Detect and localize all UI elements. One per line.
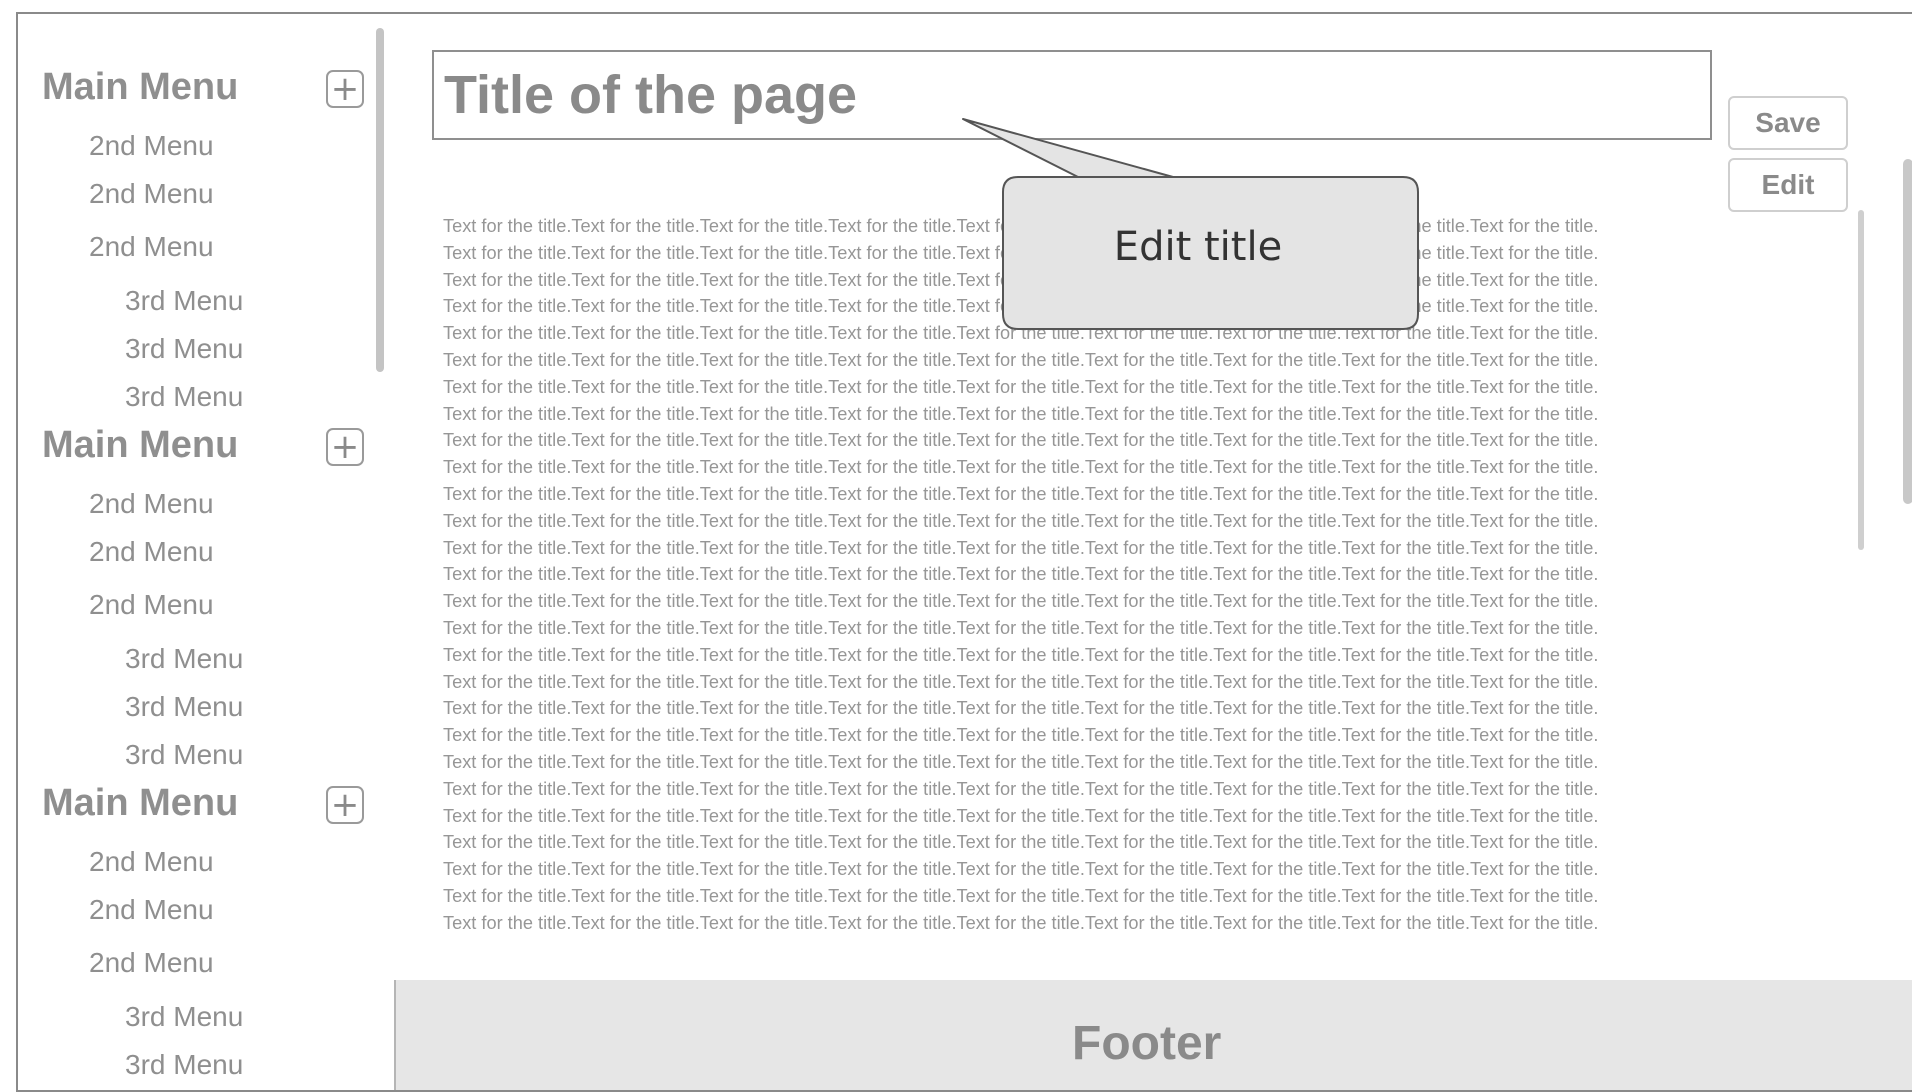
wireframe-frame: Main Menu + 2nd Menu 2nd Menu 2nd Menu 3… (16, 12, 1912, 1092)
callout-bubble (962, 118, 1419, 330)
callout-text: Edit title (1113, 224, 1283, 270)
footer: Footer (394, 980, 1912, 1090)
footer-label: Footer (1072, 1017, 1222, 1070)
